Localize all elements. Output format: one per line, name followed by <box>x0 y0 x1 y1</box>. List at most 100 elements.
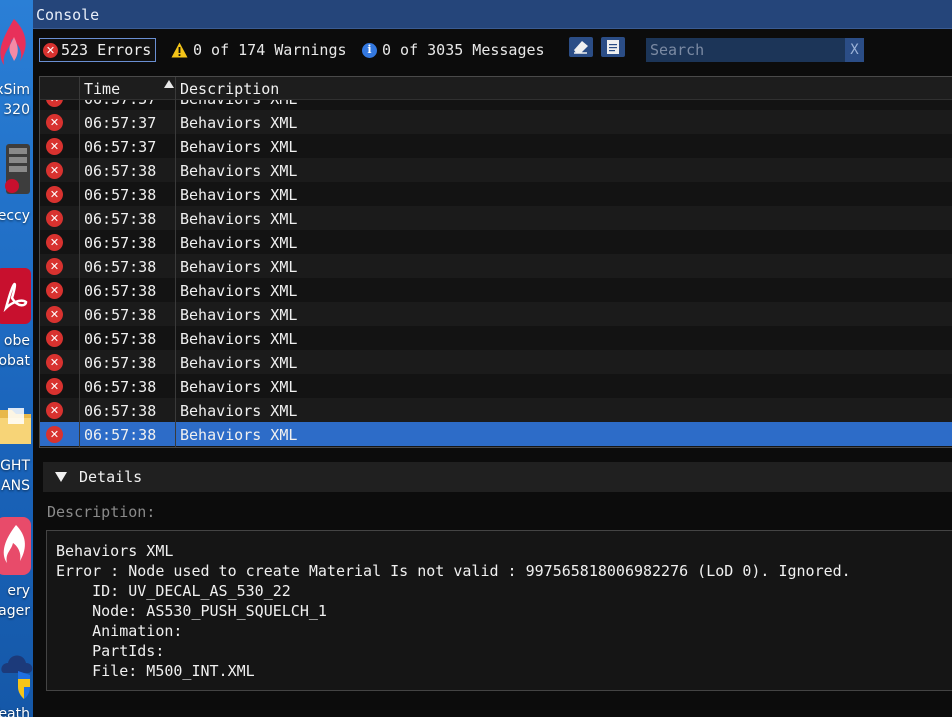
description-line: PartIds: <box>56 642 165 660</box>
row-time: 06:57:38 <box>84 234 157 252</box>
row-description: Behaviors XML <box>180 258 298 276</box>
desktop-label: Veath <box>0 706 30 717</box>
table-row[interactable]: ✕ 06:57:38 Behaviors XML <box>40 158 952 182</box>
row-time: 06:57:38 <box>84 402 157 420</box>
desktop-label: xSim <box>0 82 30 98</box>
desktop-label: IGHT <box>0 458 30 474</box>
row-time: 06:57:38 <box>84 210 157 228</box>
adobe-acrobat-icon[interactable] <box>0 268 33 326</box>
sort-ascending-icon <box>164 80 174 88</box>
error-icon: ✕ <box>46 306 63 323</box>
desktop-label: ery <box>7 583 30 599</box>
copy-icon <box>607 40 619 54</box>
table-row[interactable]: ✕ 06:57:38 Behaviors XML <box>40 182 952 206</box>
warnings-count-label: 0 of 174 Warnings <box>193 41 347 59</box>
window-title: Console <box>36 6 100 24</box>
column-header-time[interactable]: Time <box>84 77 120 102</box>
clear-console-button[interactable] <box>569 37 593 57</box>
flight-sim-app-icon[interactable] <box>0 15 33 75</box>
log-table: Time Description ✕ 06:57:37 Behaviors XM… <box>39 76 952 448</box>
error-icon: ✕ <box>46 100 63 107</box>
error-icon: ✕ <box>46 162 63 179</box>
row-time: 06:57:38 <box>84 378 157 396</box>
column-divider <box>79 77 80 447</box>
table-row[interactable]: ✕ 06:57:37 Behaviors XML <box>40 134 952 158</box>
copy-log-button[interactable] <box>601 37 625 57</box>
details-section-header[interactable]: Details <box>43 462 952 492</box>
description-line: Animation: <box>56 622 183 640</box>
table-row[interactable]: ✕ 06:57:38 Behaviors XML <box>40 398 952 422</box>
error-icon: ✕ <box>46 114 63 131</box>
row-time: 06:57:37 <box>84 138 157 156</box>
row-description: Behaviors XML <box>180 162 298 180</box>
row-time: 06:57:38 <box>84 186 157 204</box>
error-icon: ✕ <box>46 282 63 299</box>
error-icon: ✕ <box>46 402 63 419</box>
table-row[interactable]: ✕ 06:57:37 Behaviors XML <box>40 110 952 134</box>
search-clear-button[interactable]: X <box>845 38 864 62</box>
server-app-icon[interactable] <box>0 142 33 202</box>
error-icon: ✕ <box>46 378 63 395</box>
eraser-icon <box>574 41 588 54</box>
row-description: Behaviors XML <box>180 234 298 252</box>
search-input[interactable] <box>646 38 852 62</box>
table-row[interactable]: ✕ 06:57:38 Behaviors XML <box>40 254 952 278</box>
console-window: Console ✕ 523 Errors 0 of 174 Warnings i… <box>33 0 952 717</box>
description-line: Behaviors XML <box>56 542 174 560</box>
description-line: Node: AS530_PUSH_SQUELCH_1 <box>56 602 327 620</box>
error-icon: ✕ <box>46 258 63 275</box>
description-line: ID: UV_DECAL_AS_530_22 <box>56 582 291 600</box>
row-description: Behaviors XML <box>180 426 298 444</box>
table-row[interactable]: ✕ 06:57:38 Behaviors XML <box>40 422 952 446</box>
description-text-box[interactable]: Behaviors XML Error : Node used to create… <box>46 530 952 691</box>
desktop-label: obat <box>0 353 30 369</box>
desktop-label: 320 <box>3 102 30 118</box>
table-row[interactable]: ✕ 06:57:38 Behaviors XML <box>40 302 952 326</box>
row-time: 06:57:37 <box>84 114 157 132</box>
table-row[interactable]: ✕ 06:57:38 Behaviors XML <box>40 326 952 350</box>
errors-count-label: 523 Errors <box>61 41 152 59</box>
table-row[interactable]: ✕ 06:57:38 Behaviors XML <box>40 350 952 374</box>
window-titlebar[interactable]: Console <box>33 0 952 29</box>
error-icon: ✕ <box>46 210 63 227</box>
error-icon: ✕ <box>46 234 63 251</box>
error-icon: ✕ <box>46 354 63 371</box>
desktop-label: ANS <box>1 478 30 494</box>
row-description: Behaviors XML <box>180 306 298 324</box>
weather-app-icon[interactable] <box>0 643 33 703</box>
messages-filter-toggle[interactable]: i 0 of 3035 Messages <box>362 39 545 61</box>
row-time: 06:57:38 <box>84 258 157 276</box>
error-icon: ✕ <box>46 330 63 347</box>
error-icon: ✕ <box>46 186 63 203</box>
table-row[interactable]: ✕ 06:57:38 Behaviors XML <box>40 374 952 398</box>
row-description: Behaviors XML <box>180 354 298 372</box>
row-description: Behaviors XML <box>180 114 298 132</box>
column-divider <box>175 77 176 447</box>
collapse-arrow-icon <box>55 472 67 482</box>
warnings-filter-toggle[interactable]: 0 of 174 Warnings <box>171 39 347 61</box>
desktop-label: nager <box>0 603 30 619</box>
desktop-label: obe <box>3 333 30 349</box>
folder-icon[interactable] <box>0 404 33 446</box>
table-row[interactable]: ✕ 06:57:38 Behaviors XML <box>40 230 952 254</box>
desktop-background: xSim 320 eccy obe obat IGHT ANS <box>0 0 33 717</box>
description-label: Description: <box>47 503 156 521</box>
row-description: Behaviors XML <box>180 330 298 348</box>
table-row[interactable]: ✕ 06:57:38 Behaviors XML <box>40 206 952 230</box>
delivery-manager-app-icon[interactable] <box>0 517 33 577</box>
table-row[interactable]: ✕ 06:57:37 Behaviors XML <box>40 100 952 110</box>
warning-icon <box>171 42 188 58</box>
row-time: 06:57:38 <box>84 426 157 444</box>
error-icon: ✕ <box>43 42 58 58</box>
column-header-description[interactable]: Description <box>180 77 279 102</box>
row-description: Behaviors XML <box>180 402 298 420</box>
table-header: Time Description <box>40 77 952 100</box>
messages-count-label: 0 of 3035 Messages <box>382 41 545 59</box>
table-body[interactable]: ✕ 06:57:37 Behaviors XML ✕ 06:57:37 Behavi… <box>40 100 952 447</box>
info-icon: i <box>362 42 377 58</box>
desktop-label: eccy <box>0 208 30 224</box>
row-time: 06:57:38 <box>84 282 157 300</box>
row-time: 06:57:38 <box>84 162 157 180</box>
errors-filter-toggle[interactable]: ✕ 523 Errors <box>39 38 157 62</box>
table-row[interactable]: ✕ 06:57:38 Behaviors XML <box>40 278 952 302</box>
